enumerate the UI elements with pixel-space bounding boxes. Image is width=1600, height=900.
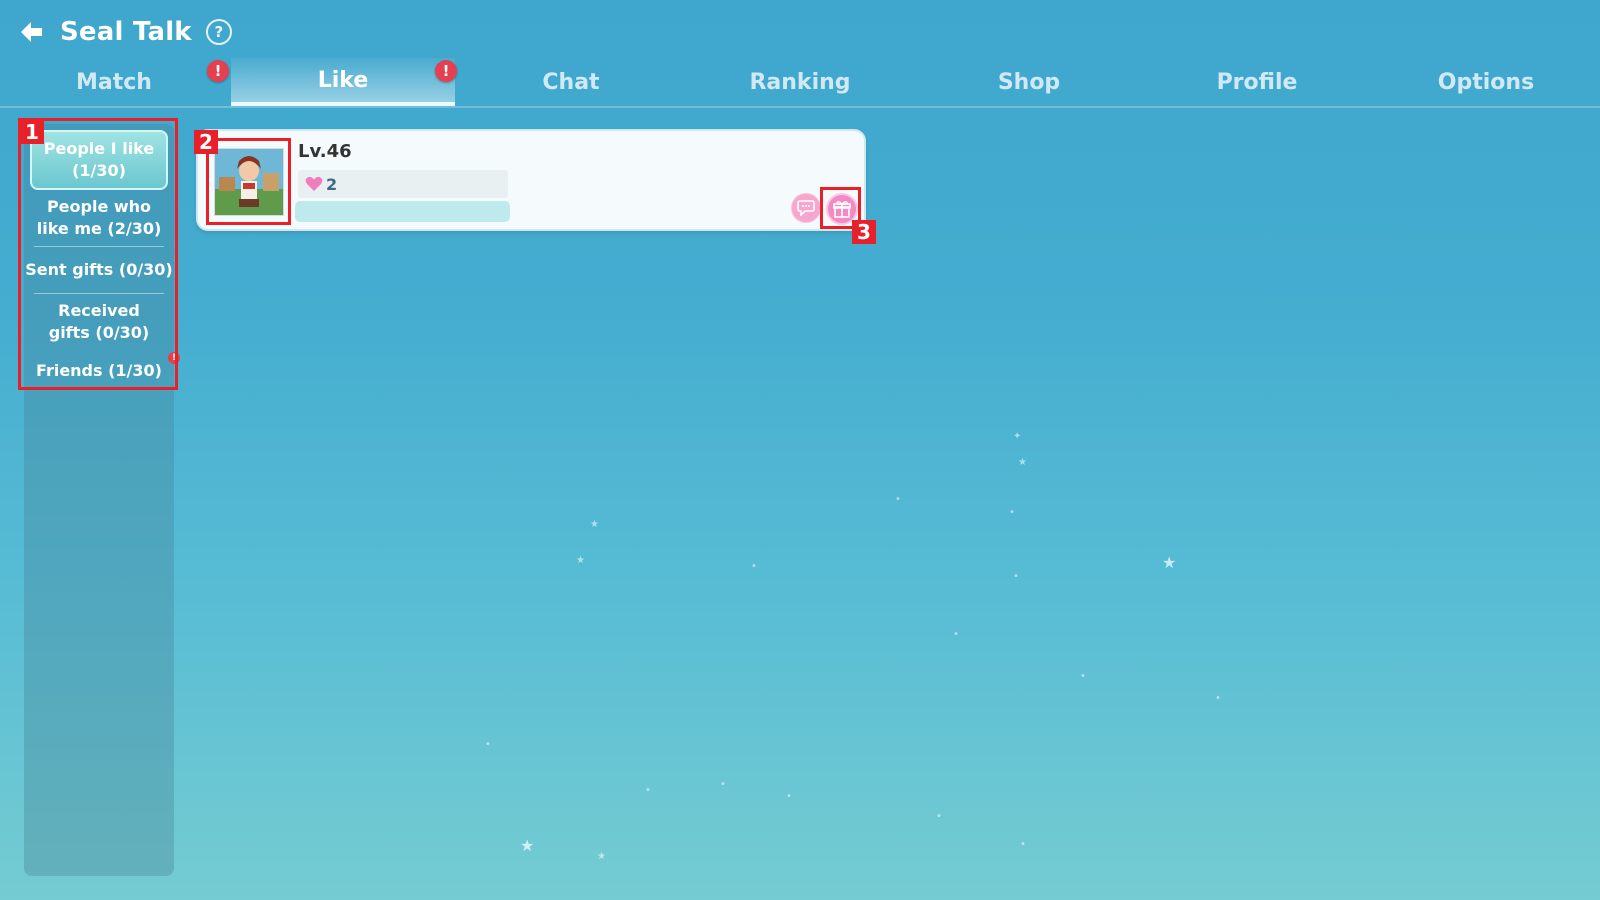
tab-like[interactable]: Like <box>231 58 455 106</box>
star-decoration: ★ <box>1018 457 1027 468</box>
annotation-marker-2: 2 <box>194 130 218 154</box>
tab-chat[interactable]: Chat <box>460 58 682 106</box>
star-decoration: • <box>751 561 757 572</box>
star-decoration: • <box>1009 507 1015 518</box>
star-decoration: ★ <box>576 555 585 566</box>
highlight-box-avatar <box>206 138 291 225</box>
star-decoration: • <box>1080 671 1086 682</box>
tab-options[interactable]: Options <box>1375 58 1597 106</box>
highlight-box-sidebar <box>18 118 178 390</box>
star-decoration: ★ <box>597 851 606 862</box>
star-decoration: • <box>1013 571 1019 582</box>
back-arrow-icon <box>21 22 42 42</box>
star-decoration: • <box>485 739 491 750</box>
user-level: Lv.46 <box>298 141 352 162</box>
help-icon: ? <box>214 23 224 41</box>
help-button[interactable]: ? <box>205 19 232 45</box>
tab-ranking[interactable]: Ranking <box>689 58 911 106</box>
likes-count: 2 <box>326 174 338 194</box>
status-bar <box>295 201 510 222</box>
star-decoration: • <box>645 785 651 796</box>
star-decoration: • <box>953 629 959 640</box>
tab-profile[interactable]: Profile <box>1146 58 1368 106</box>
star-decoration: ✦ <box>1013 431 1022 442</box>
annotation-marker-1: 1 <box>20 120 44 144</box>
likes-bar: 2 <box>298 170 508 198</box>
star-decoration: • <box>1020 839 1026 850</box>
star-decoration: • <box>786 791 792 802</box>
star-decoration: ★ <box>520 836 535 855</box>
like-alert-badge: ! <box>435 60 457 82</box>
heart-icon <box>304 174 324 194</box>
star-decoration: • <box>1215 693 1221 704</box>
chat-bubble-icon <box>797 200 815 216</box>
tab-match[interactable]: Match <box>3 58 225 106</box>
page-title: Seal Talk <box>60 17 192 47</box>
back-button[interactable] <box>18 18 46 46</box>
tab-shop[interactable]: Shop <box>918 58 1140 106</box>
star-decoration: ★ <box>1162 553 1177 572</box>
tab-bar: Match ! Like ! Chat Ranking Shop Profile… <box>0 58 1600 108</box>
match-alert-badge: ! <box>207 60 229 82</box>
star-decoration: • <box>720 779 726 790</box>
header: Seal Talk ? <box>18 14 232 50</box>
star-decoration: • <box>936 811 942 822</box>
annotation-marker-3: 3 <box>852 220 876 244</box>
star-decoration: • <box>895 494 901 505</box>
star-decoration: ★ <box>590 519 599 530</box>
chat-button[interactable] <box>791 193 821 223</box>
